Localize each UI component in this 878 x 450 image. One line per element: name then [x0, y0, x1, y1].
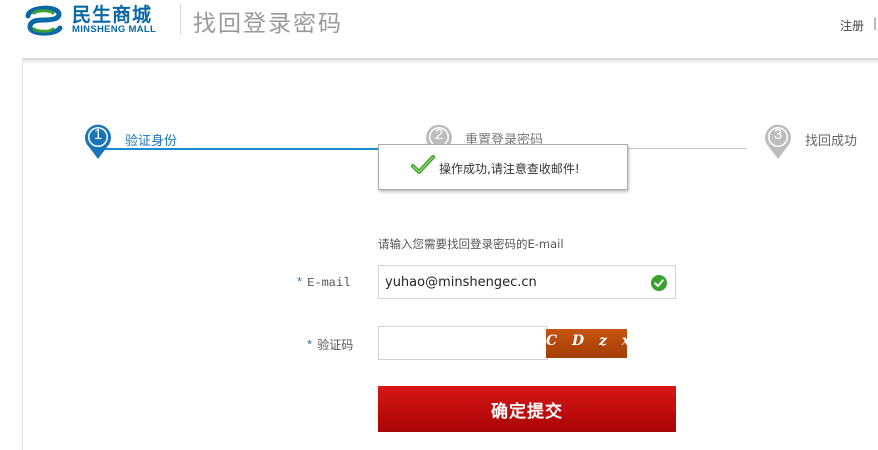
email-field[interactable]	[378, 265, 676, 299]
step-3-marker: 3	[763, 122, 793, 160]
toast-message: 操作成功,请注意查收邮件!	[439, 162, 580, 176]
minsheng-logo-icon	[25, 5, 63, 36]
header-divider	[180, 4, 181, 34]
step-1-number: 1	[93, 126, 103, 143]
step-3-label: 找回成功	[805, 134, 858, 149]
minsheng-mall-logo[interactable]: 民生商城 MINSHENG MALL	[22, 2, 172, 40]
success-toast: 操作成功,请注意查收邮件!	[378, 144, 628, 190]
logo-chinese-text: 民生商城	[72, 4, 153, 26]
step-1-label: 验证身份	[125, 134, 178, 149]
required-mark: *	[306, 339, 314, 353]
captcha-label-text: 验证码	[317, 339, 354, 353]
check-icon	[411, 155, 435, 174]
email-label: * E-mail	[296, 276, 350, 290]
step-1-marker: 1	[83, 122, 113, 160]
header: 民生商城 MINSHENG MALL 找回登录密码 注册 |	[0, 0, 878, 46]
required-mark: *	[296, 276, 304, 290]
captcha-field[interactable]	[378, 326, 548, 360]
submit-button[interactable]: 确定提交	[378, 386, 676, 432]
captcha-label: * 验证码	[306, 336, 353, 353]
captcha-image-text: C D z x	[546, 333, 636, 349]
email-label-text: E-mail	[307, 276, 351, 290]
check-circle-icon	[651, 275, 667, 291]
logo-english-text: MINSHENG MALL	[72, 24, 157, 35]
captcha-image[interactable]: C D z x	[546, 329, 636, 358]
header-separator: |	[873, 16, 878, 30]
email-instruction: 请输入您需要找回登录密码的E-mail	[378, 237, 564, 251]
page-title: 找回登录密码	[193, 11, 343, 37]
step-3-number: 3	[773, 126, 783, 143]
register-link[interactable]: 注册	[840, 17, 864, 34]
step-2-number: 2	[434, 126, 444, 143]
